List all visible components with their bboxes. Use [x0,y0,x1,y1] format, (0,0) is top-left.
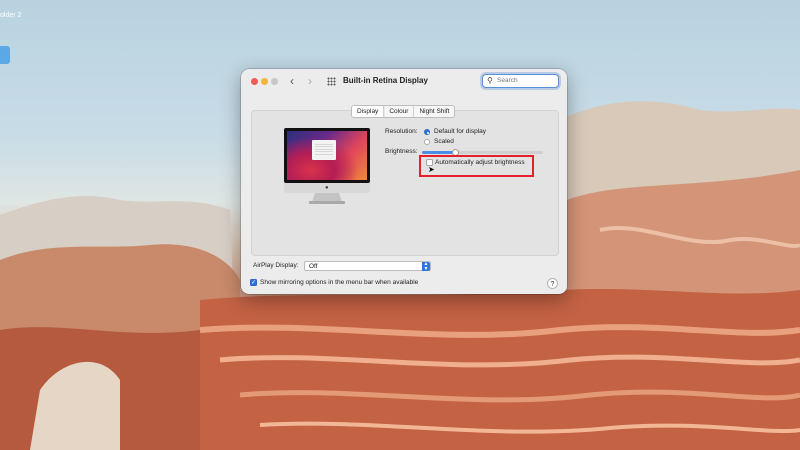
zoom-window-button[interactable] [271,78,278,85]
show-mirroring-checkbox[interactable]: ✓ [250,279,257,286]
search-icon: ⚲ [487,76,493,85]
resolution-label: Resolution: [385,128,418,135]
popup-chevrons-icon: ▲ ▼ [422,261,430,272]
tab-bar: Display Colour Night Shift [351,105,456,118]
forward-arrow-icon[interactable]: › [308,74,312,88]
desktop-folder-icon[interactable] [0,46,10,64]
close-window-button[interactable] [251,78,258,85]
display-preferences-window: ‹ › Built-in Retina Display ⚲ ● Resoluti… [241,69,567,294]
imac-illustration: ● [284,128,370,205]
show-mirroring-label[interactable]: Show mirroring options in the menu bar w… [260,279,418,286]
brightness-slider[interactable] [422,148,543,156]
tab-night-shift[interactable]: Night Shift [414,106,454,117]
airplay-display-label: AirPlay Display: [253,262,299,269]
resolution-default-label[interactable]: Default for display [434,128,486,135]
apple-logo-icon: ● [325,185,329,191]
mouse-pointer-icon: ➤ [428,165,435,174]
title-bar[interactable]: ‹ › Built-in Retina Display ⚲ [241,69,567,94]
imac-foot [309,201,345,204]
tab-display[interactable]: Display [352,106,385,117]
brightness-label: Brightness: [385,148,418,155]
display-settings-panel: ● Resolution: Default for display Scaled… [251,110,559,256]
resolution-default-radio[interactable] [424,129,430,135]
desktop-folder-label[interactable]: older 2 [0,12,21,19]
imac-screen-dialog [312,140,336,160]
brightness-slider-fill [422,151,456,154]
imac-screen [284,128,370,183]
back-arrow-icon[interactable]: ‹ [290,74,294,88]
airplay-display-value: Off [309,263,318,270]
help-button[interactable]: ? [547,278,558,289]
resolution-scaled-label[interactable]: Scaled [434,138,454,145]
resolution-scaled-radio[interactable] [424,139,430,145]
tab-colour[interactable]: Colour [384,106,415,117]
auto-brightness-label[interactable]: Automatically adjust brightness [435,159,525,166]
search-input[interactable] [497,75,555,86]
minimize-window-button[interactable] [261,78,268,85]
search-field[interactable]: ⚲ [482,74,559,88]
window-title: Built-in Retina Display [343,76,428,85]
show-all-grid-icon[interactable] [327,77,336,86]
airplay-display-popup[interactable]: Off ▲ ▼ [304,261,431,271]
